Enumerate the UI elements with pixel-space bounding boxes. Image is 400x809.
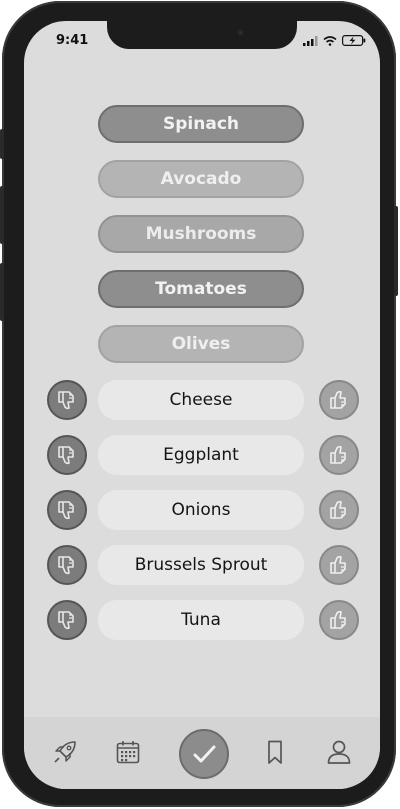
tab-bar — [24, 717, 380, 789]
signal-icon — [303, 35, 318, 46]
item-label: Avocado — [160, 169, 242, 189]
rating-item: Eggplant — [98, 435, 304, 475]
volume-down-button — [0, 263, 4, 321]
item-label: Onions — [171, 500, 231, 520]
wifi-icon — [323, 35, 337, 46]
selected-item-avocado[interactable]: Avocado — [98, 160, 304, 198]
tab-calendar[interactable] — [113, 737, 143, 767]
thumbs-up-icon — [330, 390, 346, 409]
bookmark-icon — [268, 740, 282, 764]
dislike-button[interactable] — [47, 380, 87, 420]
item-label: Mushrooms — [145, 224, 257, 244]
camera-icon — [237, 29, 244, 36]
check-icon — [193, 745, 216, 763]
item-label: Tomatoes — [155, 279, 247, 299]
like-button[interactable] — [319, 380, 359, 420]
rocket-icon — [54, 741, 76, 763]
thumbs-down-icon — [58, 446, 74, 465]
thumbs-down-icon — [58, 556, 74, 575]
rating-item: Cheese — [98, 380, 304, 420]
rating-item: Tuna — [98, 600, 304, 640]
dislike-button[interactable] — [47, 490, 87, 530]
calendar-icon — [116, 741, 140, 764]
like-button[interactable] — [319, 435, 359, 475]
confirm-check-button[interactable] — [179, 729, 229, 779]
item-label: Spinach — [163, 114, 239, 134]
volume-up-button — [0, 186, 4, 244]
item-label: Olives — [171, 334, 231, 354]
thumbs-up-icon — [330, 555, 346, 574]
item-label: Brussels Sprout — [134, 555, 268, 575]
like-button[interactable] — [319, 545, 359, 585]
selected-item-spinach[interactable]: Spinach — [98, 105, 304, 143]
dislike-button[interactable] — [47, 600, 87, 640]
battery-icon — [342, 35, 366, 46]
selected-item-mushrooms[interactable]: Mushrooms — [98, 215, 304, 253]
thumbs-up-icon — [330, 610, 346, 629]
item-label: Cheese — [169, 390, 233, 410]
dislike-button[interactable] — [47, 435, 87, 475]
notch — [107, 21, 297, 49]
tab-bookmark[interactable] — [260, 737, 290, 767]
thumbs-up-icon — [330, 500, 346, 519]
thumbs-up-icon — [330, 445, 346, 464]
dislike-button[interactable] — [47, 545, 87, 585]
profile-icon — [327, 740, 351, 764]
like-button[interactable] — [319, 600, 359, 640]
screen: 9:41 Spinach Avocado Mushrooms Tomatoes … — [24, 21, 380, 789]
selected-item-tomatoes[interactable]: Tomatoes — [98, 270, 304, 308]
mute-switch — [0, 129, 4, 159]
phone-frame: 9:41 Spinach Avocado Mushrooms Tomatoes … — [0, 1, 398, 807]
like-button[interactable] — [319, 490, 359, 530]
thumbs-down-icon — [58, 501, 74, 520]
rating-item: Onions — [98, 490, 304, 530]
item-label: Tuna — [181, 610, 221, 630]
thumbs-down-icon — [58, 391, 74, 410]
thumbs-down-icon — [58, 611, 74, 630]
status-time: 9:41 — [56, 33, 89, 48]
tab-rocket[interactable] — [50, 737, 80, 767]
selected-item-olives[interactable]: Olives — [98, 325, 304, 363]
status-icons — [303, 35, 366, 46]
power-button — [394, 206, 398, 296]
tab-profile[interactable] — [324, 737, 354, 767]
rating-item: Brussels Sprout — [98, 545, 304, 585]
item-label: Eggplant — [163, 445, 239, 465]
